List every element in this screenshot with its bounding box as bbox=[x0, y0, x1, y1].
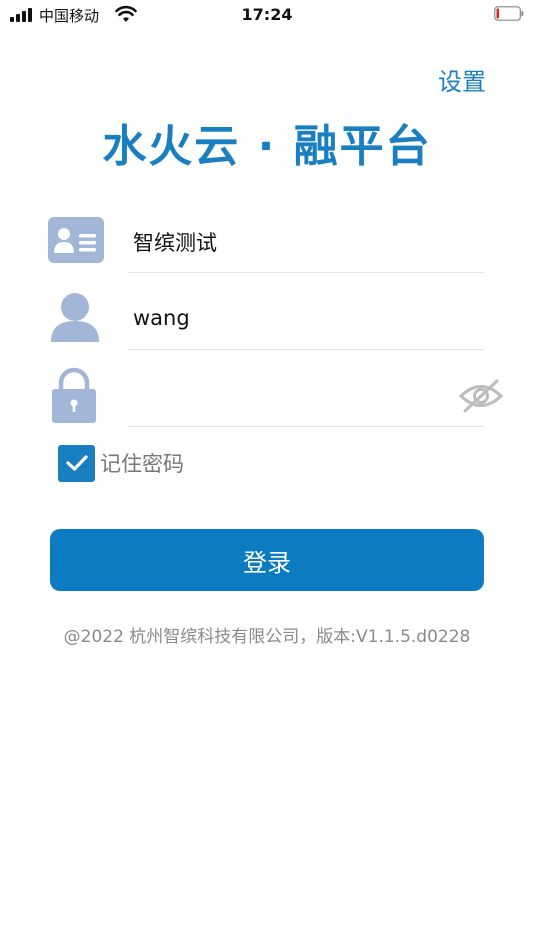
eye-off-icon[interactable] bbox=[458, 379, 504, 413]
divider bbox=[128, 349, 484, 350]
remember-label: 记住密码 bbox=[100, 452, 184, 476]
company-field[interactable]: 智缤测试 bbox=[48, 215, 484, 273]
password-input[interactable] bbox=[133, 383, 434, 409]
copyright-footer: @2022 杭州智缤科技有限公司，版本:V1.1.5.d0228 bbox=[63, 627, 471, 647]
username-value: wang bbox=[133, 306, 190, 330]
checkmark-icon bbox=[65, 455, 88, 471]
lock-icon bbox=[52, 367, 96, 423]
username-field[interactable]: wang bbox=[48, 292, 484, 350]
divider bbox=[128, 426, 484, 427]
remember-checkbox[interactable] bbox=[58, 444, 95, 482]
user-icon bbox=[51, 293, 99, 342]
password-field[interactable] bbox=[48, 367, 504, 427]
status-bar: 中国移动 17:24 bbox=[0, 0, 534, 30]
app-title: 水火云 · 融平台 bbox=[102, 121, 432, 172]
battery-icon bbox=[494, 6, 524, 21]
settings-link[interactable]: 设置 bbox=[438, 62, 486, 97]
remember-password-toggle[interactable]: 记住密码 bbox=[58, 444, 184, 482]
status-time: 17:24 bbox=[241, 5, 293, 24]
divider bbox=[128, 272, 484, 273]
login-button[interactable]: 登录 bbox=[50, 529, 484, 591]
id-card-icon bbox=[48, 217, 104, 263]
company-value: 智缤测试 bbox=[133, 231, 217, 255]
